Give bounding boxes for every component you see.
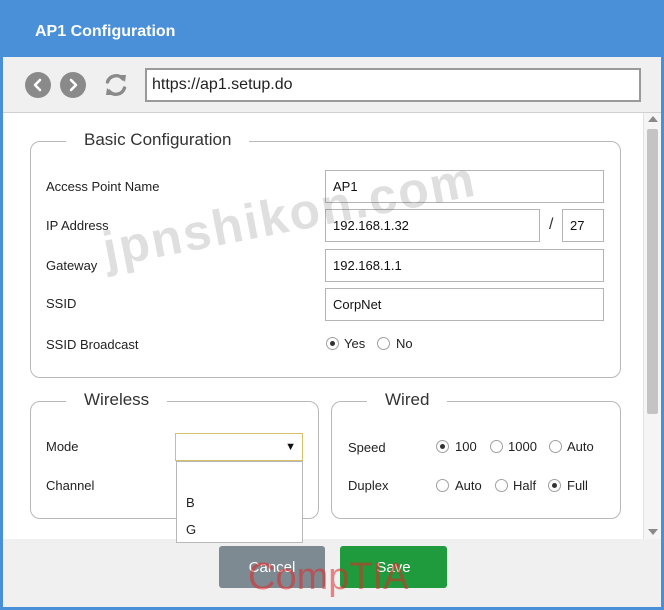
- ssid-input[interactable]: CorpNet: [325, 288, 604, 321]
- browser-nav-bar: https://ap1.setup.do: [3, 57, 661, 113]
- ssid-broadcast-yes-label: Yes: [344, 336, 366, 351]
- duplex-half-label: Half: [513, 478, 537, 493]
- ip-slash: /: [549, 216, 554, 233]
- mode-option-b[interactable]: B: [186, 495, 195, 510]
- duplex-full-radio[interactable]: [548, 479, 561, 492]
- scroll-down-icon[interactable]: [648, 529, 658, 535]
- forward-arrow-icon[interactable]: [60, 72, 86, 98]
- window-title: AP1 Configuration: [35, 23, 176, 40]
- subnet-mask-input[interactable]: 27: [562, 209, 604, 242]
- ap-name-label: Access Point Name: [46, 179, 160, 194]
- ssid-broadcast-yes-radio[interactable]: [326, 337, 339, 350]
- duplex-auto-radio[interactable]: [436, 479, 449, 492]
- ssid-broadcast-no-label: No: [396, 336, 413, 351]
- refresh-icon[interactable]: [101, 70, 131, 100]
- mode-option-g[interactable]: G: [186, 522, 196, 537]
- scroll-thumb[interactable]: [647, 129, 658, 414]
- brand-logo-text: CompTIA: [248, 556, 409, 598]
- mode-dropdown-list: B G: [176, 461, 303, 543]
- duplex-auto-label: Auto: [455, 478, 482, 493]
- duplex-half-radio[interactable]: [495, 479, 508, 492]
- wired-group: Wired: [331, 390, 621, 519]
- vertical-scrollbar[interactable]: [643, 113, 661, 539]
- gateway-label: Gateway: [46, 258, 98, 273]
- duplex-full-label: Full: [567, 478, 588, 493]
- channel-label: Channel: [46, 478, 95, 493]
- speed-1000-label: 1000: [508, 439, 537, 454]
- wireless-legend: Wireless: [66, 390, 168, 410]
- ssid-label: SSID: [46, 296, 77, 311]
- speed-label: Speed: [348, 440, 386, 455]
- ssid-broadcast-no-radio[interactable]: [377, 337, 390, 350]
- basic-configuration-legend: Basic Configuration: [66, 130, 250, 150]
- url-bar[interactable]: https://ap1.setup.do: [145, 68, 641, 102]
- title-bar: AP1 Configuration: [3, 3, 661, 57]
- speed-1000-radio[interactable]: [490, 440, 503, 453]
- scroll-up-icon[interactable]: [648, 116, 658, 122]
- speed-100-radio[interactable]: [436, 440, 449, 453]
- wired-legend: Wired: [367, 390, 448, 410]
- back-arrow-icon[interactable]: [25, 72, 51, 98]
- ssid-broadcast-label: SSID Broadcast: [46, 337, 139, 352]
- gateway-input[interactable]: 192.168.1.1: [325, 249, 604, 282]
- mode-select[interactable]: ▼: [175, 433, 303, 461]
- speed-auto-radio[interactable]: [549, 440, 562, 453]
- duplex-label: Duplex: [348, 478, 389, 493]
- mode-label: Mode: [46, 439, 79, 454]
- speed-100-label: 100: [455, 439, 477, 454]
- speed-auto-label: Auto: [567, 439, 594, 454]
- dropdown-caret-icon: ▼: [285, 441, 296, 453]
